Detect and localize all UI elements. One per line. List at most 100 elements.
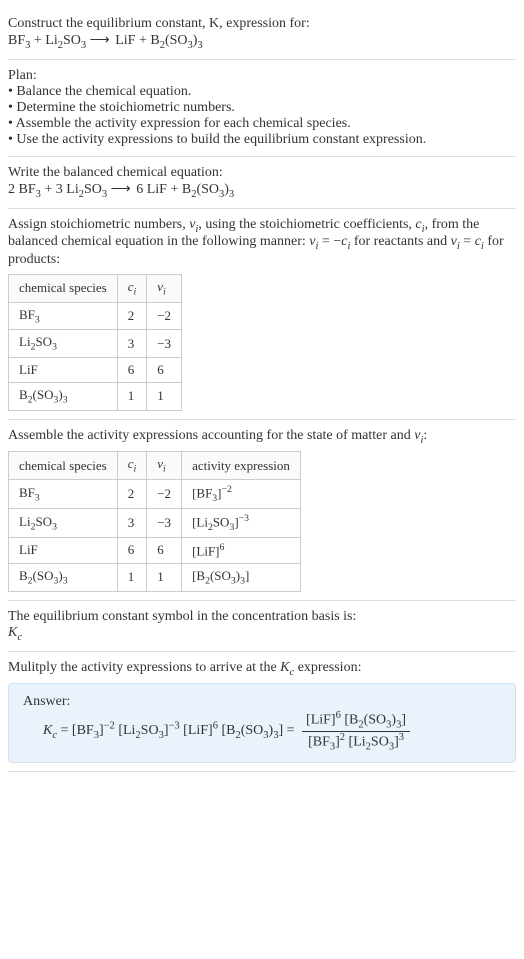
plus: +: [34, 33, 45, 48]
plan-bullet: • Balance the chemical equation.: [8, 84, 516, 100]
cell-activity: [BF3]−2: [182, 479, 301, 508]
kc-symbol-section: The equilibrium constant symbol in the c…: [8, 601, 516, 652]
coef: 6: [136, 182, 147, 197]
subscript: i: [163, 464, 166, 475]
subscript: 3: [63, 576, 68, 587]
table-row: B2(SO3)3 1 1: [9, 382, 182, 410]
cell-vi: 1: [147, 382, 182, 410]
species: SO: [84, 182, 102, 197]
plan-bullet: • Assemble the activity expression for e…: [8, 116, 516, 132]
text: Li: [19, 514, 31, 529]
var-k: K: [43, 723, 52, 738]
equals: =: [287, 723, 298, 738]
plan-heading: Plan:: [8, 68, 516, 84]
term: ]: [278, 723, 283, 738]
col-ci: ci: [117, 275, 147, 303]
text: SO: [35, 334, 52, 349]
cell-ci: 2: [117, 479, 147, 508]
cell-species: LiF: [9, 357, 118, 382]
term: [BF: [308, 734, 330, 749]
superscript: −3: [239, 513, 249, 524]
balanced-section: Write the balanced chemical equation: 2 …: [8, 157, 516, 209]
text: Li: [19, 334, 31, 349]
species: LiF + B: [147, 182, 191, 197]
final-section: Mulitply the activity expressions to arr…: [8, 652, 516, 773]
subscript: 3: [102, 189, 107, 200]
cell-ci: 1: [117, 564, 147, 592]
answer-label: Answer:: [23, 694, 501, 710]
cell-species: B2(SO3)3: [9, 382, 118, 410]
text: Assemble the activity expressions accoun…: [8, 428, 414, 443]
term: [B: [344, 713, 358, 728]
term: SO: [141, 723, 159, 738]
kc-heading: The equilibrium constant symbol in the c…: [8, 609, 516, 625]
var-k: K: [280, 660, 289, 675]
table-row: BF3 2 −2 [BF3]−2: [9, 479, 301, 508]
plus: +: [44, 182, 55, 197]
activity-section: Assemble the activity expressions accoun…: [8, 420, 516, 601]
species: BF: [8, 33, 25, 48]
activity-table: chemical species ci νi activity expressi…: [8, 451, 301, 591]
subscript: 3: [35, 314, 40, 325]
text: BF: [19, 307, 35, 322]
answer-expression: Kc = [BF3]−2 [Li2SO3]−3 [LiF]6 [B2(SO3)3…: [43, 710, 501, 752]
cell-ci: 6: [117, 537, 147, 563]
text: (SO: [33, 387, 54, 402]
text: B: [19, 568, 28, 583]
fraction-denominator: [BF3]2 [Li2SO3]3: [302, 732, 410, 752]
subscript: c: [17, 632, 22, 643]
species: Li: [45, 33, 57, 48]
plan-bullet: • Determine the stoichiometric numbers.: [8, 100, 516, 116]
text: SO: [213, 514, 230, 529]
species: Li: [66, 182, 78, 197]
text: (SO: [210, 568, 231, 583]
subscript: 3: [35, 492, 40, 503]
subscript: 3: [36, 189, 41, 200]
species: BF: [19, 182, 36, 197]
cell-species: BF3: [9, 302, 118, 330]
term: [BF: [72, 723, 94, 738]
col-species: chemical species: [9, 452, 118, 480]
cell-vi: 1: [147, 564, 182, 592]
table-row: B2(SO3)3 1 1 [B2(SO3)3]: [9, 564, 301, 592]
cell-vi: −2: [147, 479, 182, 508]
term: (SO: [241, 723, 264, 738]
text: (SO: [33, 568, 54, 583]
fraction: [LiF]6 [B2(SO3)3] [BF3]2 [Li2SO3]3: [302, 710, 410, 752]
text: Mulitply the activity expressions to arr…: [8, 660, 280, 675]
stoich-section: Assign stoichiometric numbers, νi, using…: [8, 209, 516, 420]
col-vi: νi: [147, 452, 182, 480]
subscript: 3: [197, 40, 202, 51]
fraction-numerator: [LiF]6 [B2(SO3)3]: [302, 710, 410, 731]
term: ]: [401, 713, 406, 728]
subscript: 3: [52, 521, 57, 532]
cell-vi: 6: [147, 537, 182, 563]
reaction-arrow: ⟶: [111, 182, 137, 197]
activity-heading: Assemble the activity expressions accoun…: [8, 428, 516, 446]
coef: 3: [56, 182, 67, 197]
table-row: Li2SO3 3 −3 [Li2SO3]−3: [9, 508, 301, 537]
subscript: 3: [81, 40, 86, 51]
superscript: −2: [222, 484, 232, 495]
subscript: i: [134, 287, 137, 298]
cell-vi: 6: [147, 357, 182, 382]
term: [Li: [118, 723, 135, 738]
cell-vi: −2: [147, 302, 182, 330]
plan-section: Plan: • Balance the chemical equation. •…: [8, 60, 516, 157]
cell-species: Li2SO3: [9, 508, 118, 537]
cell-ci: 3: [117, 508, 147, 537]
reaction-arrow: ⟶: [90, 33, 116, 48]
text: Assign stoichiometric numbers,: [8, 217, 189, 232]
species: LiF + B: [115, 33, 159, 48]
col-ci: ci: [117, 452, 147, 480]
cell-species: B2(SO3)3: [9, 564, 118, 592]
text: [Li: [192, 514, 208, 529]
stoich-table: chemical species ci νi BF3 2 −2 Li2SO3 3…: [8, 274, 182, 410]
plan-bullet: • Use the activity expressions to build …: [8, 132, 516, 148]
text: =: [460, 234, 475, 249]
kc-symbol: Kc: [8, 625, 516, 643]
species: (SO: [196, 182, 219, 197]
equals: =: [57, 723, 72, 738]
text: = −: [318, 234, 341, 249]
cell-species: LiF: [9, 537, 118, 563]
